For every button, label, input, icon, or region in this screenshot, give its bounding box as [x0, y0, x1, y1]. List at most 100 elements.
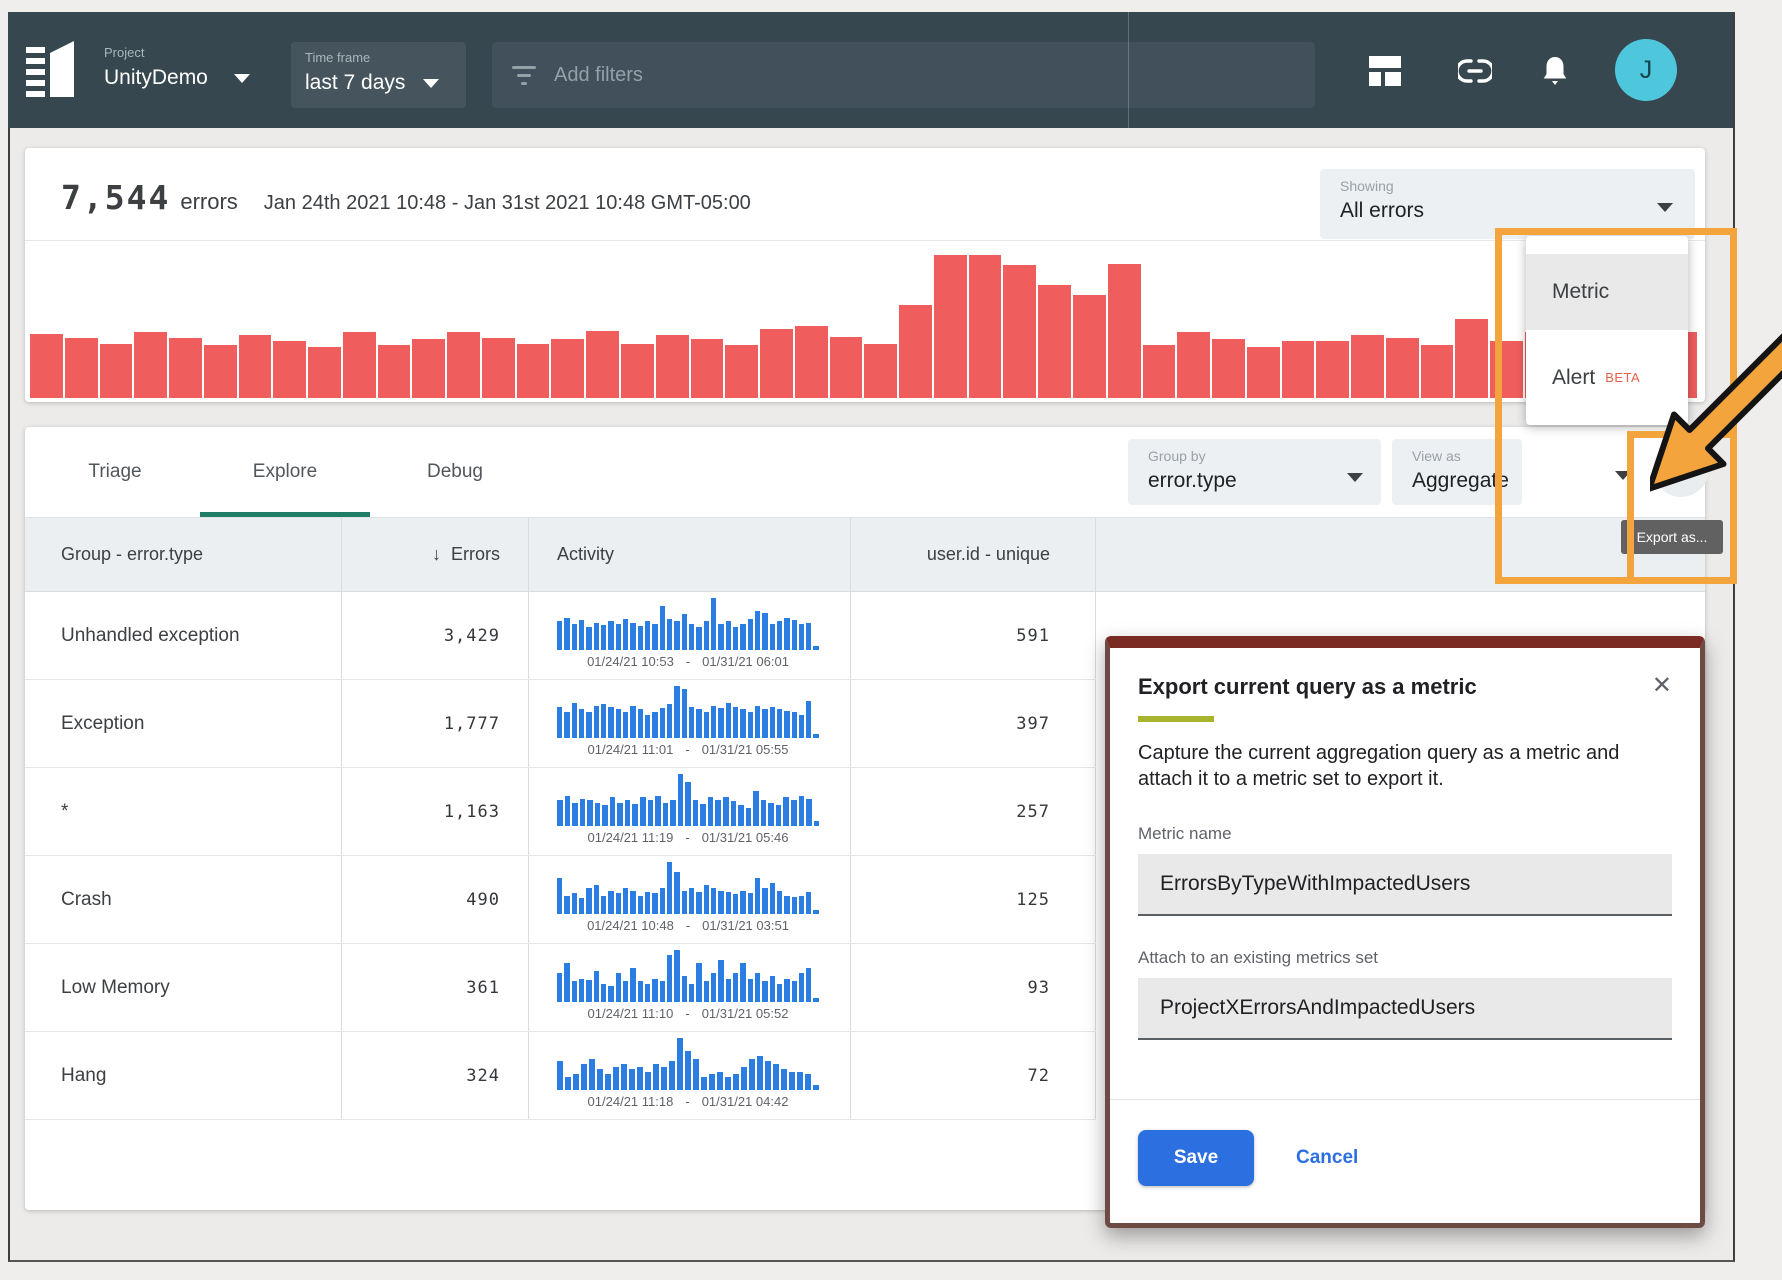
attach-set-field[interactable]: [1138, 978, 1672, 1040]
group-cell: *: [25, 768, 342, 855]
dates-separator: -: [685, 1006, 689, 1021]
cancel-button[interactable]: Cancel: [1296, 1147, 1358, 1169]
histogram-bar: [1421, 345, 1454, 398]
tab-debug[interactable]: Debug: [370, 427, 540, 517]
activity-bar: [806, 623, 811, 650]
showing-value: All errors: [1340, 199, 1424, 223]
column-header-activity[interactable]: Activity: [529, 518, 851, 591]
activity-bar: [765, 1061, 771, 1090]
save-button[interactable]: Save: [1138, 1130, 1254, 1186]
timeframe-label: Time frame: [305, 50, 452, 65]
activity-end: 01/31/21 05:52: [702, 1006, 789, 1021]
tab-explore[interactable]: Explore: [200, 427, 370, 517]
activity-bar: [616, 893, 621, 914]
activity-bar: [616, 709, 621, 738]
navbar-divider: [1128, 12, 1129, 128]
table-row[interactable]: Low Memory36101/24/21 11:10-01/31/21 05:…: [25, 944, 1096, 1032]
histogram-bar: [65, 338, 98, 398]
project-selector[interactable]: Project UnityDemo: [104, 45, 250, 90]
sparkline-bars: [557, 862, 819, 914]
activity-bar: [700, 804, 706, 826]
activity-bar: [630, 968, 635, 1002]
column-header-userid[interactable]: user.id - unique: [851, 518, 1096, 591]
histogram-bar: [621, 344, 654, 398]
users-cell: 397: [851, 680, 1096, 767]
activity-bar: [572, 893, 577, 914]
histogram-bar: [899, 305, 932, 398]
activity-bar: [792, 981, 797, 1002]
activity-bar: [640, 797, 646, 826]
activity-bar: [682, 891, 687, 914]
group-by-selector[interactable]: Group by error.type: [1128, 439, 1381, 505]
activity-bar: [617, 803, 623, 826]
activity-bar: [755, 973, 760, 1002]
activity-bar: [792, 620, 797, 650]
modal-actions-divider: [1110, 1099, 1700, 1100]
table-row[interactable]: Hang32401/24/21 11:18-01/31/21 04:4272: [25, 1032, 1096, 1120]
activity-bar: [623, 981, 628, 1002]
activity-bar: [701, 1077, 707, 1090]
attach-set-label: Attach to an existing metrics set: [1138, 948, 1672, 968]
activity-bar: [586, 888, 591, 914]
activity-bar: [748, 712, 753, 738]
activity-bar: [799, 896, 804, 914]
close-icon[interactable]: ✕: [1652, 674, 1672, 698]
tab-triage[interactable]: Triage: [30, 427, 200, 517]
activity-bar: [755, 878, 760, 914]
column-header-label: Activity: [557, 544, 614, 565]
activity-bar: [806, 892, 811, 914]
activity-sparkline: 01/24/21 11:01-01/31/21 05:55: [557, 686, 819, 762]
activity-bar: [718, 891, 723, 914]
activity-end: 01/31/21 03:51: [702, 918, 789, 933]
sort-descending-icon: ↓: [432, 544, 441, 565]
histogram-bar: [586, 331, 619, 398]
histogram-bar: [308, 347, 341, 398]
errors-count: 361: [466, 978, 500, 998]
group-cell: Crash: [25, 856, 342, 943]
metric-name-field[interactable]: [1138, 854, 1672, 916]
group-name: Exception: [61, 713, 144, 735]
unique-users-count: 591: [1016, 626, 1050, 646]
timeframe-selector[interactable]: Time frame last 7 days: [291, 42, 466, 108]
activity-bar: [726, 892, 731, 914]
activity-sparkline: 01/24/21 11:18-01/31/21 04:42: [557, 1038, 819, 1114]
backtrace-logo-icon[interactable]: [26, 39, 78, 101]
sparkline-dates: 01/24/21 11:10-01/31/21 05:52: [557, 1006, 819, 1021]
tab-label: Triage: [88, 461, 141, 483]
activity-bar: [711, 973, 716, 1002]
share-link-button[interactable]: [1458, 54, 1492, 88]
errors-count: 490: [466, 890, 500, 910]
activity-bar: [608, 891, 613, 914]
activity-bar: [621, 1064, 627, 1090]
activity-bar: [682, 614, 687, 650]
activity-bar: [630, 623, 635, 650]
activity-bar: [645, 715, 650, 738]
table-row[interactable]: Unhandled exception3,42901/24/21 10:53-0…: [25, 592, 1096, 680]
table-row[interactable]: Crash49001/24/21 10:48-01/31/21 03:51125: [25, 856, 1096, 944]
column-header-errors[interactable]: ↓ Errors: [342, 518, 529, 591]
table-row[interactable]: *1,16301/24/21 11:19-01/31/21 05:46257: [25, 768, 1096, 856]
activity-cell: 01/24/21 10:53-01/31/21 06:01: [529, 592, 851, 679]
dashboard-layout-button[interactable]: [1368, 54, 1402, 88]
table-row[interactable]: Exception1,77701/24/21 11:01-01/31/21 05…: [25, 680, 1096, 768]
activity-bar: [792, 712, 797, 738]
activity-bar: [660, 981, 665, 1002]
table-header: Group - error.type ↓ Errors Activity use…: [25, 517, 1705, 592]
notifications-button[interactable]: [1538, 54, 1572, 88]
activity-end: 01/31/21 04:42: [702, 1094, 789, 1109]
add-filters-input[interactable]: Add filters: [492, 42, 1315, 108]
histogram-bar: [100, 344, 133, 398]
activity-bar: [813, 646, 818, 650]
activity-bar: [579, 709, 584, 738]
activity-bar: [755, 706, 760, 738]
activity-cell: 01/24/21 11:19-01/31/21 05:46: [529, 768, 851, 855]
activity-bar: [733, 1074, 739, 1090]
sparkline-dates: 01/24/21 11:18-01/31/21 04:42: [557, 1094, 819, 1109]
activity-bar: [805, 1074, 811, 1090]
user-avatar[interactable]: J: [1615, 39, 1677, 101]
activity-bar: [718, 708, 723, 738]
errors-histogram[interactable]: [30, 255, 1697, 398]
column-header-group[interactable]: Group - error.type: [25, 518, 342, 591]
activity-bar: [733, 973, 738, 1002]
activity-bar: [674, 950, 679, 1002]
